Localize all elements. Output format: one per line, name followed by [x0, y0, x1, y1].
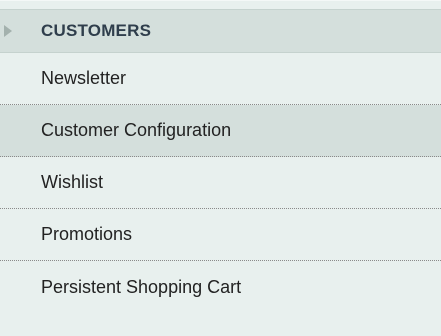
menu-item-wishlist[interactable]: Wishlist [0, 157, 441, 209]
menu-item-label: Customer Configuration [41, 120, 232, 140]
menu-item-persistent-shopping-cart[interactable]: Persistent Shopping Cart [0, 261, 441, 313]
menu-item-customer-configuration[interactable]: Customer Configuration [0, 105, 441, 157]
section-header-customers[interactable]: CUSTOMERS [0, 9, 441, 53]
triangle-right-icon[interactable] [4, 25, 12, 37]
menu-item-promotions[interactable]: Promotions [0, 209, 441, 261]
menu-item-newsletter[interactable]: Newsletter [0, 53, 441, 105]
menu-item-label: Promotions [41, 224, 133, 244]
section-menu: Newsletter Customer Configuration Wishli… [0, 53, 441, 313]
config-sidebar-panel: CUSTOMERS Newsletter Customer Configurat… [0, 0, 441, 336]
section-title: CUSTOMERS [41, 21, 152, 40]
menu-item-label: Persistent Shopping Cart [41, 276, 242, 297]
menu-item-label: Wishlist [41, 172, 103, 192]
menu-item-label: Newsletter [41, 68, 127, 88]
